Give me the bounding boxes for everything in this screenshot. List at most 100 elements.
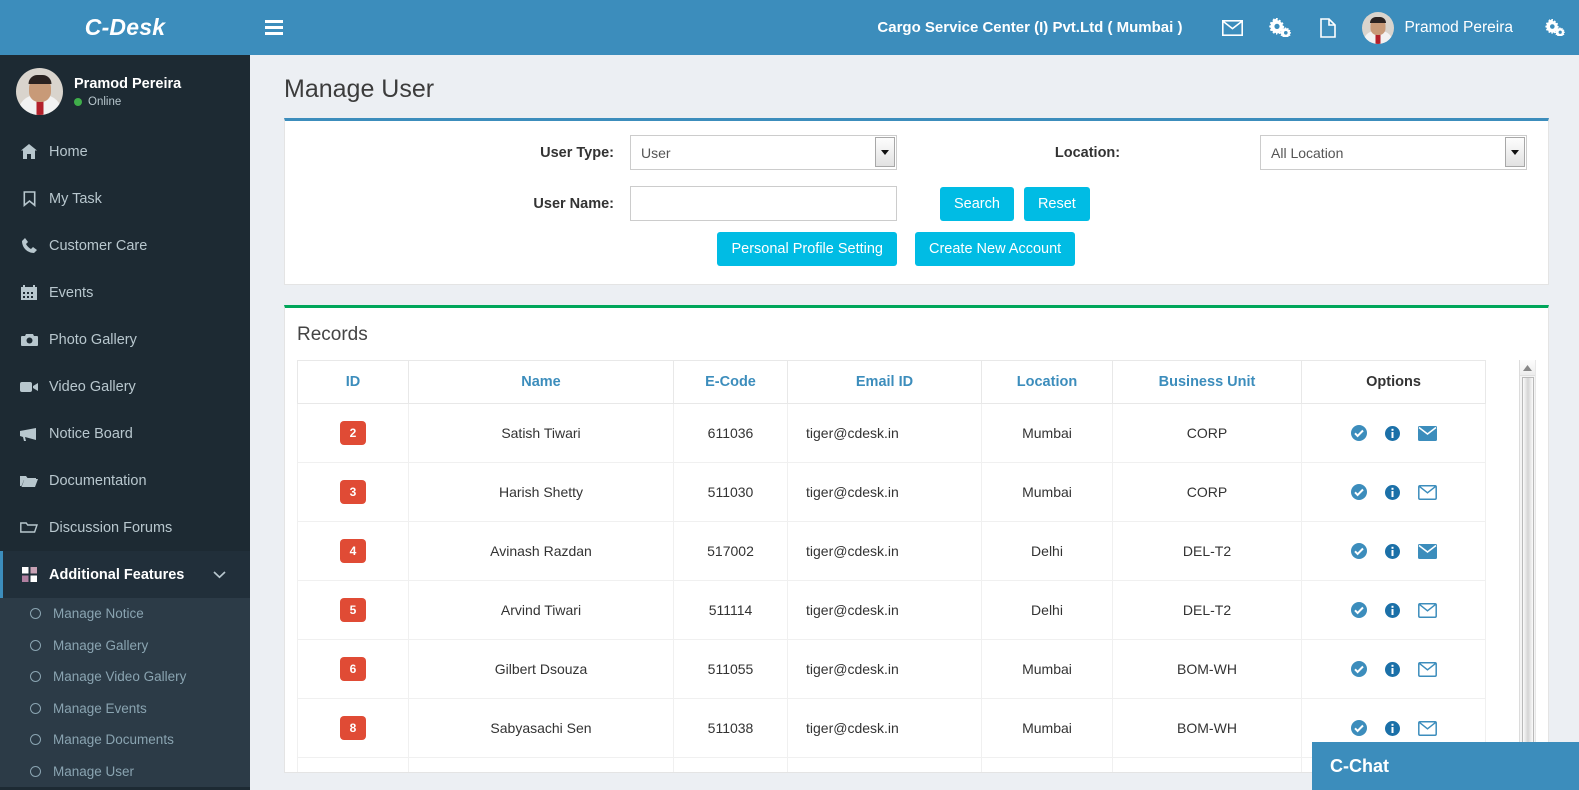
- table-vertical-scrollbar[interactable]: [1519, 360, 1535, 772]
- info-circle-icon[interactable]: [1384, 602, 1400, 618]
- check-circle-icon[interactable]: [1350, 661, 1367, 677]
- col-header-name[interactable]: Name: [408, 360, 674, 404]
- id-badge[interactable]: 2: [340, 421, 366, 445]
- sidebar-item-documentation[interactable]: Documentation: [0, 457, 250, 504]
- check-circle-icon[interactable]: [1350, 602, 1367, 618]
- scroll-up-arrow-icon[interactable]: [1520, 360, 1535, 376]
- avatar: [1362, 11, 1395, 44]
- cell-location: Delhi: [981, 580, 1113, 640]
- cogs-icon[interactable]: [1531, 0, 1579, 55]
- folder-open-icon: [19, 474, 39, 487]
- sidebar-item-video-gallery[interactable]: Video Gallery: [0, 363, 250, 410]
- table-row: 6 Gilbert Dsouza 511055 tiger@cdesk.in Mumba…: [297, 639, 1486, 699]
- cell-id: 6: [297, 639, 409, 699]
- circle-icon: [30, 734, 41, 746]
- col-header-location[interactable]: Location: [981, 360, 1113, 404]
- col-header-id[interactable]: ID: [297, 360, 409, 404]
- cell-name: Gilbert Dsouza: [408, 639, 674, 699]
- sidebar-subitem-manage-user[interactable]: Manage User: [0, 756, 250, 788]
- brand-header[interactable]: C-Desk: [0, 0, 250, 55]
- info-circle-icon[interactable]: [1384, 543, 1400, 559]
- check-circle-icon[interactable]: [1350, 484, 1367, 500]
- cell-id: 8: [297, 698, 409, 758]
- sidebar-subitem-manage-gallery[interactable]: Manage Gallery: [0, 630, 250, 662]
- id-badge[interactable]: 6: [340, 657, 366, 681]
- cell-location: Mumbai: [981, 403, 1113, 463]
- cell-ecode: 511138: [673, 757, 788, 772]
- id-badge[interactable]: 8: [340, 716, 366, 740]
- create-new-account-button[interactable]: Create New Account: [915, 232, 1076, 266]
- chevron-down-icon[interactable]: [213, 570, 226, 579]
- table-row: 5 Arvind Tiwari 511114 tiger@cdesk.in Delhi D…: [297, 580, 1486, 640]
- envelope-icon[interactable]: [1208, 0, 1256, 55]
- sidebar-item-label: Home: [49, 143, 88, 160]
- header-user-menu[interactable]: Pramod Pereira: [1352, 11, 1531, 44]
- sidebar-item-events[interactable]: Events: [0, 269, 250, 316]
- check-circle-icon[interactable]: [1350, 720, 1367, 736]
- envelope-icon[interactable]: [1417, 425, 1437, 441]
- envelope-icon[interactable]: [1417, 602, 1437, 618]
- document-icon[interactable]: [1304, 0, 1352, 55]
- cell-options: [1301, 639, 1486, 699]
- info-circle-icon[interactable]: [1384, 720, 1400, 736]
- c-chat-widget[interactable]: C-Chat: [1312, 742, 1579, 790]
- sidebar-subitem-manage-documents[interactable]: Manage Documents: [0, 724, 250, 756]
- id-badge[interactable]: 5: [340, 598, 366, 622]
- sidebar-subitem-manage-video-gallery[interactable]: Manage Video Gallery: [0, 661, 250, 693]
- col-header-ecode[interactable]: E-Code: [673, 360, 788, 404]
- top-header-bar: Cargo Service Center (I) Pvt.Ltd ( Mumba…: [250, 0, 1579, 55]
- scrollbar-thumb[interactable]: [1522, 377, 1534, 755]
- sidebar: C-Desk Pramod Pereira Online Home My Tas…: [0, 0, 250, 790]
- cell-email: tiger@cdesk.in: [787, 698, 982, 758]
- envelope-icon[interactable]: [1417, 720, 1437, 736]
- reset-button[interactable]: Reset: [1023, 186, 1090, 221]
- envelope-icon[interactable]: [1417, 484, 1437, 500]
- info-circle-icon[interactable]: [1384, 425, 1400, 441]
- records-panel: Records ID Name E-Code Email ID Location…: [284, 305, 1549, 773]
- envelope-icon[interactable]: [1417, 661, 1437, 677]
- circle-icon: [30, 639, 41, 651]
- user-type-select-wrap[interactable]: User: [630, 135, 897, 170]
- sidebar-item-home[interactable]: Home: [0, 128, 250, 175]
- sidebar-item-photo-gallery[interactable]: Photo Gallery: [0, 316, 250, 363]
- location-select[interactable]: All Location: [1260, 135, 1527, 170]
- hamburger-menu-icon[interactable]: [250, 20, 298, 35]
- cell-name: Satish Tiwari: [408, 403, 674, 463]
- id-badge[interactable]: 4: [340, 539, 366, 563]
- table-row: 4 Avinash Razdan 517002 tiger@cdesk.in Delhi…: [297, 521, 1486, 581]
- id-badge[interactable]: 3: [340, 480, 366, 504]
- cell-name: Avinash Razdan: [408, 521, 674, 581]
- sidebar-subitem-manage-events[interactable]: Manage Events: [0, 693, 250, 725]
- check-circle-icon[interactable]: [1350, 425, 1367, 441]
- avatar: [16, 68, 63, 115]
- circle-icon: [30, 608, 41, 620]
- sidebar-item-notice-board[interactable]: Notice Board: [0, 410, 250, 457]
- user-type-select[interactable]: User: [630, 135, 897, 170]
- info-circle-icon[interactable]: [1384, 661, 1400, 677]
- user-name-input[interactable]: [630, 186, 897, 221]
- sidebar-subitem-manage-notice[interactable]: Manage Notice: [0, 598, 250, 630]
- sidebar-item-my-task[interactable]: My Task: [0, 175, 250, 222]
- sidebar-item-additional-features[interactable]: Additional Features: [0, 551, 250, 598]
- info-circle-icon[interactable]: [1384, 484, 1400, 500]
- search-button[interactable]: Search: [940, 186, 1014, 221]
- cell-ecode: 611036: [673, 403, 788, 463]
- col-header-business-unit[interactable]: Business Unit: [1112, 360, 1302, 404]
- cell-ecode: 511114: [673, 580, 788, 640]
- cell-options: [1301, 521, 1486, 581]
- cell-ecode: 511055: [673, 639, 788, 699]
- sidebar-item-customer-care[interactable]: Customer Care: [0, 222, 250, 269]
- online-dot-icon: [74, 97, 82, 106]
- personal-profile-setting-button[interactable]: Personal Profile Setting: [717, 232, 897, 266]
- sidebar-item-discussion-forums[interactable]: Discussion Forums: [0, 504, 250, 551]
- envelope-icon[interactable]: [1417, 543, 1437, 559]
- cogs-icon[interactable]: [1256, 0, 1304, 55]
- sidebar-item-label: Discussion Forums: [49, 519, 173, 536]
- location-select-wrap[interactable]: All Location: [1260, 135, 1527, 170]
- check-circle-icon[interactable]: [1350, 543, 1367, 559]
- cell-options: [1301, 403, 1486, 463]
- sidebar-item-label: Customer Care: [49, 237, 148, 254]
- col-header-email[interactable]: Email ID: [787, 360, 982, 404]
- sidebar-user-panel[interactable]: Pramod Pereira Online: [0, 55, 250, 128]
- status-label: Online: [88, 95, 122, 108]
